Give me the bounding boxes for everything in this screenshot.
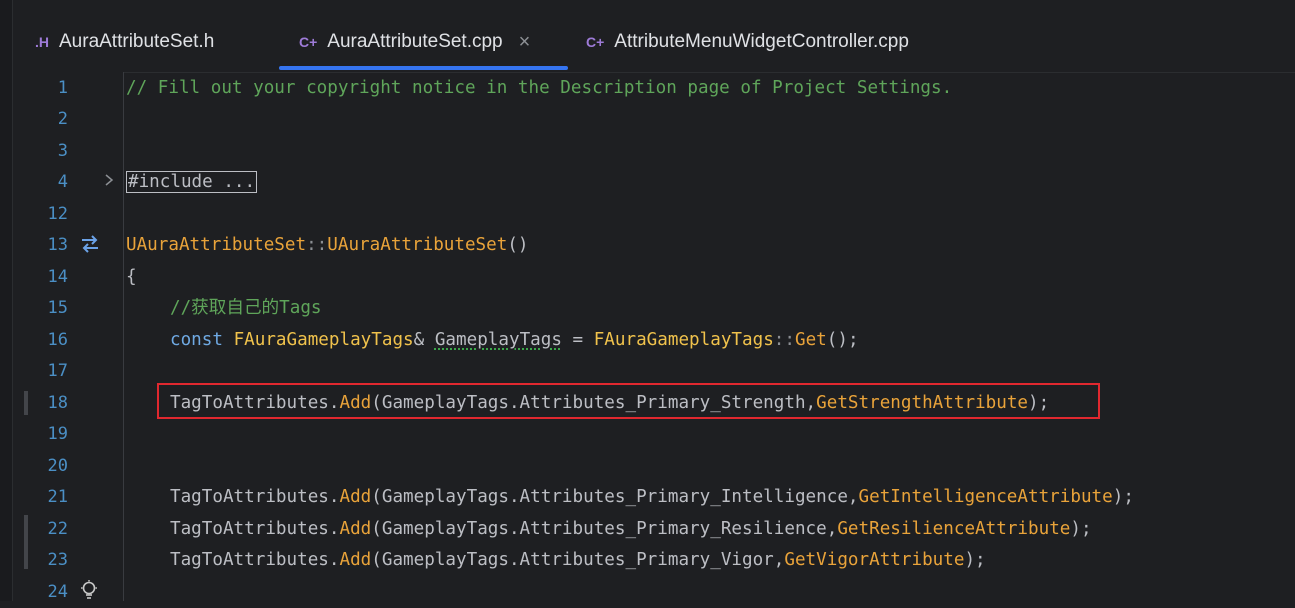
call-args: (GameplayTags.Attributes_Primary_Resilie… bbox=[371, 519, 837, 539]
line-number: 4 bbox=[13, 167, 68, 198]
tab-label: AuraAttributeSet.h bbox=[59, 31, 214, 53]
constructor-name: UAuraAttributeSet bbox=[327, 235, 507, 255]
tag-add-intelligence: TagToAttributes.Add(GameplayTags.Attribu… bbox=[170, 482, 1134, 513]
stmt-end: ); bbox=[964, 550, 985, 570]
line-number: 23 bbox=[13, 545, 68, 576]
left-edge bbox=[0, 0, 13, 601]
ampersand: & bbox=[414, 330, 435, 350]
tag-add-resilience: TagToAttributes.Add(GameplayTags.Attribu… bbox=[170, 514, 1092, 545]
header-file-icon: .H bbox=[35, 34, 49, 50]
add-method: Add bbox=[339, 519, 371, 539]
lightbulb-icon[interactable] bbox=[80, 580, 98, 605]
call-args: (GameplayTags.Attributes_Primary_Intelli… bbox=[371, 487, 858, 507]
getter-name: GetIntelligenceAttribute bbox=[859, 487, 1113, 507]
line-number: 12 bbox=[13, 199, 68, 230]
fold-chevron-icon[interactable] bbox=[104, 172, 118, 192]
line-number: 15 bbox=[13, 293, 68, 324]
change-marker bbox=[24, 515, 28, 569]
line-number: 1 bbox=[13, 73, 68, 104]
tab-aura-attribute-set-cpp[interactable]: C+ AuraAttributeSet.cpp × bbox=[299, 26, 530, 58]
line-number: 3 bbox=[13, 136, 68, 167]
parens: () bbox=[507, 235, 528, 255]
line-number: 20 bbox=[13, 451, 68, 482]
type-name: FAuraGameplayTags bbox=[234, 330, 414, 350]
line-number: 17 bbox=[13, 356, 68, 387]
scope-operator: :: bbox=[774, 330, 795, 350]
close-icon[interactable]: × bbox=[519, 31, 531, 54]
folded-include[interactable]: #include ... bbox=[126, 167, 257, 198]
line-number: 16 bbox=[13, 325, 68, 356]
tab-aura-attribute-set-h[interactable]: .H AuraAttributeSet.h bbox=[35, 26, 214, 58]
map-name: TagToAttributes. bbox=[170, 487, 339, 507]
include-fold-text: #include ... bbox=[126, 171, 257, 193]
function-call: Get bbox=[795, 330, 827, 350]
line-number: 18 bbox=[13, 388, 68, 419]
implements-icon[interactable] bbox=[80, 235, 100, 258]
line-number: 13 bbox=[13, 230, 68, 261]
comment-line: //获取自己的Tags bbox=[170, 293, 322, 324]
line-number: 19 bbox=[13, 419, 68, 450]
map-name: TagToAttributes. bbox=[170, 550, 339, 570]
getter-name: GetVigorAttribute bbox=[784, 550, 964, 570]
tab-label: AuraAttributeSet.cpp bbox=[327, 31, 502, 53]
highlight-box bbox=[157, 383, 1100, 419]
line-number: 21 bbox=[13, 482, 68, 513]
class-name: UAuraAttributeSet bbox=[126, 235, 306, 255]
assign: = bbox=[562, 330, 594, 350]
call-args: (GameplayTags.Attributes_Primary_Vigor, bbox=[371, 550, 784, 570]
gameplay-tags-decl: const FAuraGameplayTags& GameplayTags = … bbox=[170, 325, 859, 356]
variable-name: GameplayTags bbox=[435, 330, 562, 350]
tab-attribute-menu-widget-controller-cpp[interactable]: C+ AttributeMenuWidgetController.cpp bbox=[586, 26, 909, 58]
call-end: (); bbox=[827, 330, 859, 350]
line-number: 2 bbox=[13, 104, 68, 135]
map-name: TagToAttributes. bbox=[170, 519, 339, 539]
tab-label: AttributeMenuWidgetController.cpp bbox=[614, 31, 909, 53]
type-name: FAuraGameplayTags bbox=[594, 330, 774, 350]
add-method: Add bbox=[339, 487, 371, 507]
add-method: Add bbox=[339, 550, 371, 570]
line-number: 22 bbox=[13, 514, 68, 545]
line-number: 14 bbox=[13, 262, 68, 293]
stmt-end: ); bbox=[1070, 519, 1091, 539]
cpp-file-icon: C+ bbox=[586, 34, 604, 50]
keyword: const bbox=[170, 330, 223, 350]
line-number: 24 bbox=[13, 577, 68, 608]
tag-add-vigor: TagToAttributes.Add(GameplayTags.Attribu… bbox=[170, 545, 986, 576]
comment-line: // Fill out your copyright notice in the… bbox=[126, 73, 952, 104]
cpp-file-icon: C+ bbox=[299, 34, 317, 50]
change-marker bbox=[24, 391, 28, 415]
open-brace: { bbox=[126, 262, 137, 293]
constructor-line: UAuraAttributeSet::UAuraAttributeSet() bbox=[126, 230, 529, 261]
getter-name: GetResilienceAttribute bbox=[837, 519, 1070, 539]
active-tab-indicator bbox=[279, 66, 568, 70]
stmt-end: ); bbox=[1113, 487, 1134, 507]
scope-operator: :: bbox=[306, 235, 327, 255]
